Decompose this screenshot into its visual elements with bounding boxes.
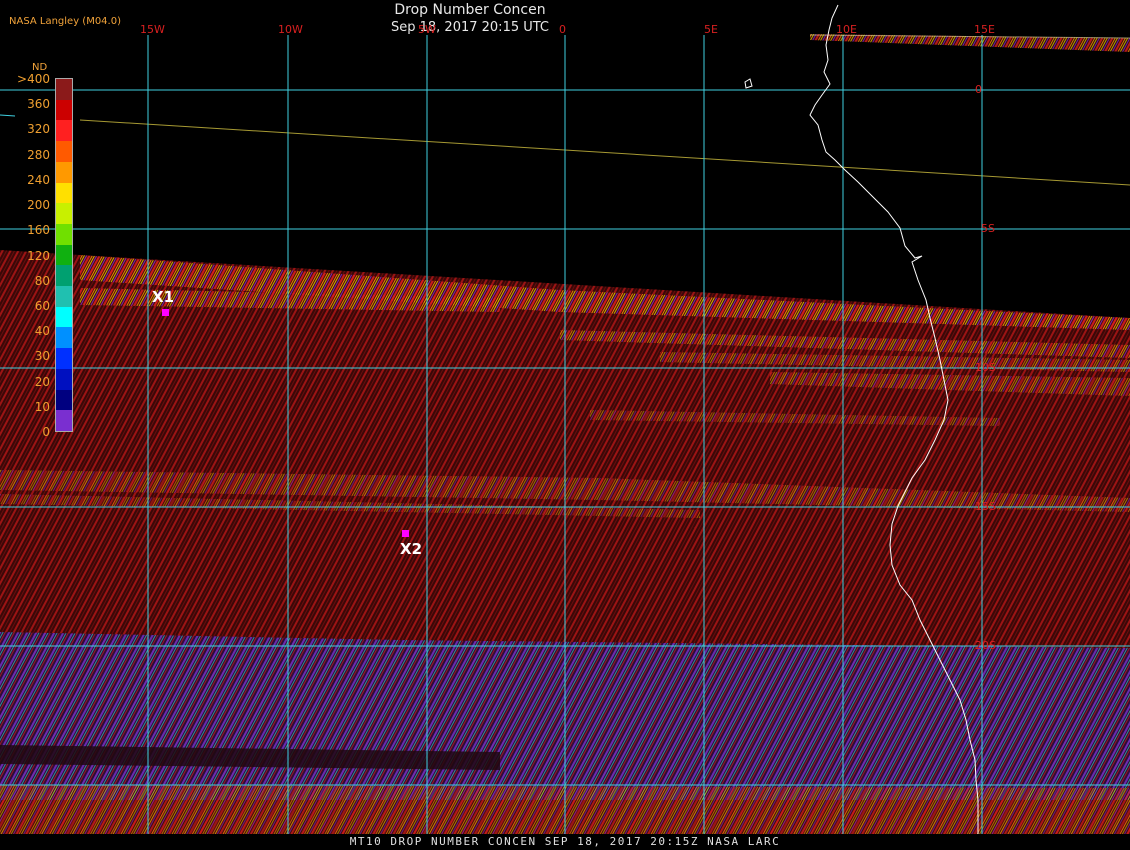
lon-label-10e: 10E	[836, 23, 857, 36]
marker-x2-dot	[402, 530, 409, 537]
lat-label-5s: 5S	[981, 222, 995, 235]
satellite-map-view: NASA Langley (M04.0) Drop Number Concen …	[0, 0, 1130, 850]
lon-label-10w: 10W	[278, 23, 303, 36]
legend-tick: 30	[34, 349, 50, 364]
map-title: Drop Number Concen	[394, 2, 546, 18]
color-legend: ND >400 360 320 280 240 200 160 120 80 60 40 30 20 10…	[14, 62, 78, 442]
legend-tick: 360	[27, 97, 50, 112]
legend-tick: 120	[27, 248, 50, 263]
lon-label-0: 0	[559, 23, 566, 36]
legend-tick: 240	[27, 172, 50, 187]
lat-label-15s: 15S	[975, 500, 996, 513]
legend-tick: 10	[34, 399, 50, 414]
legend-tick: 0	[42, 425, 50, 439]
lat-label-10s: 10S	[975, 361, 996, 374]
lon-label-15w: 15W	[140, 23, 165, 36]
legend-tick: 200	[27, 198, 50, 213]
legend-tick: 320	[27, 122, 50, 137]
legend-tick: 40	[34, 324, 50, 339]
legend-tick: 20	[34, 374, 50, 389]
marker-x1-dot	[162, 309, 169, 316]
lon-label-5e: 5E	[704, 23, 718, 36]
legend-tick: 280	[27, 147, 50, 162]
marker-x2-label: X2	[400, 540, 423, 558]
marker-x1-label: X1	[152, 288, 175, 306]
legend-tick: >400	[17, 72, 50, 86]
footer-caption: MT10 DROP NUMBER CONCEN SEP 18, 2017 20:…	[0, 834, 1130, 850]
legend-frame	[55, 78, 73, 432]
lat-label-0: 0	[975, 83, 982, 96]
lon-label-5w: 5W	[418, 23, 436, 36]
legend-tick: 60	[34, 298, 50, 313]
lat-label-20s: 20S	[975, 639, 996, 652]
lon-label-15e: 15E	[974, 23, 995, 36]
legend-tick: 160	[27, 223, 50, 238]
map-canvas	[0, 4, 1130, 834]
legend-tick: 80	[34, 273, 50, 288]
